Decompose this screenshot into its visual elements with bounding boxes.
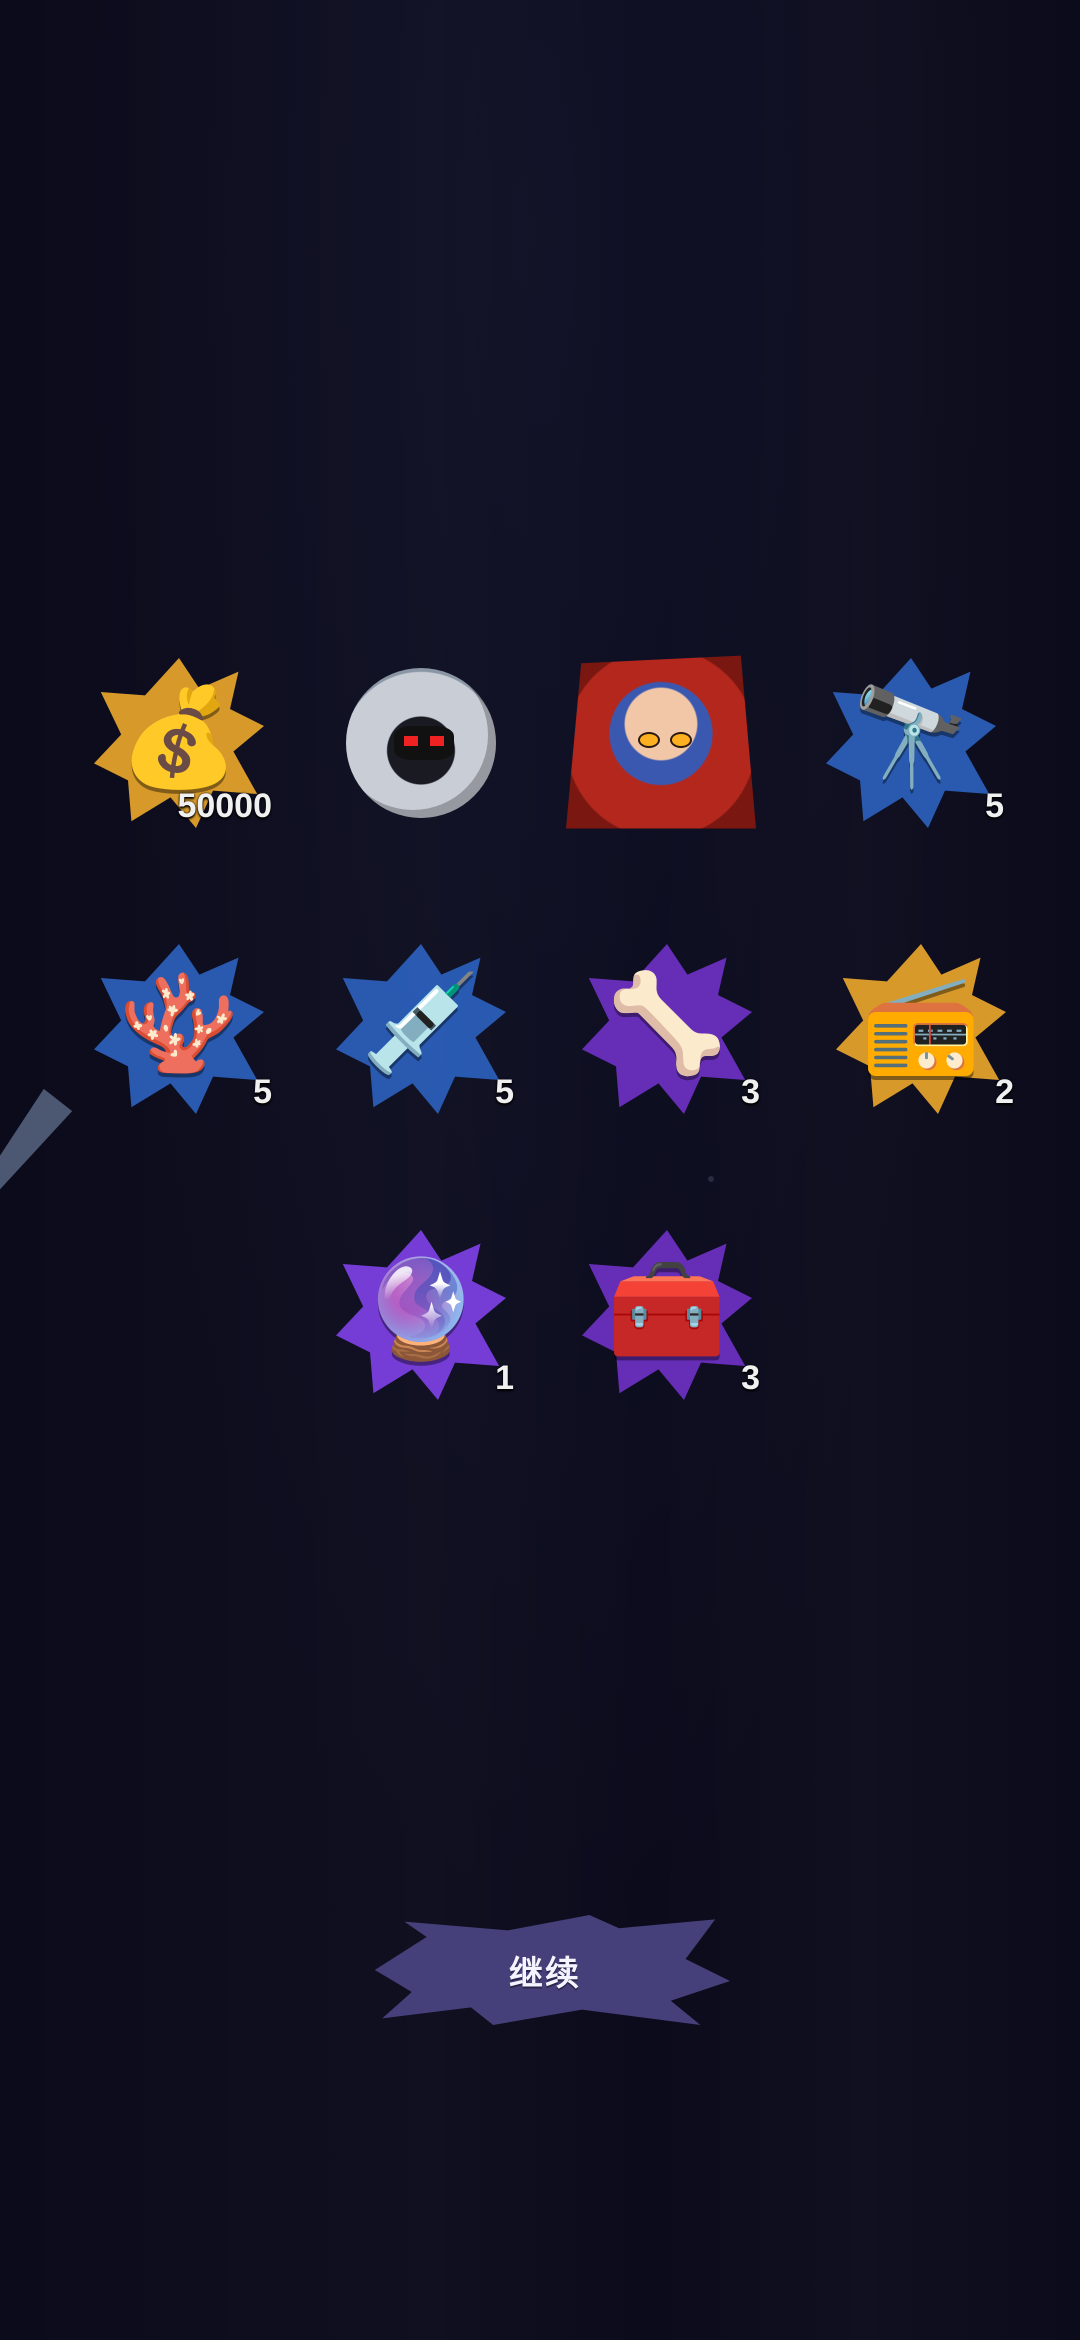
coin-bag-icon: 💰 [119, 684, 239, 792]
hooded-girl-portrait-icon [566, 655, 756, 829]
syringe-icon: 💉 [361, 970, 481, 1078]
reward-quantity: 3 [741, 1359, 760, 1397]
reward-quantity: 2 [995, 1073, 1014, 1111]
telescope-icon: 🔭 [851, 684, 971, 792]
continue-button-label: 继续 [509, 1953, 581, 1994]
reward-telescope[interactable]: 🔭 5 [816, 648, 1006, 838]
decorative-dot [708, 1176, 714, 1182]
reward-quantity: 5 [495, 1073, 514, 1111]
crystal-shell-icon: 🪸 [119, 970, 239, 1078]
reward-character-portrait[interactable] [566, 648, 756, 838]
bone-icon: 🦴 [607, 970, 727, 1078]
reward-quantity: 1 [495, 1359, 514, 1397]
radio-icon: 📻 [861, 970, 981, 1078]
reward-vertebra-bone[interactable]: 🦴 3 [572, 934, 762, 1124]
chest-icon: 🧰 [607, 1256, 727, 1364]
reward-quantity: 50000 [177, 787, 272, 825]
reward-syringe-card[interactable]: 💉 5 [326, 934, 516, 1124]
reward-robot-drone[interactable] [326, 648, 516, 838]
reward-quantity: 5 [985, 787, 1004, 825]
reward-quantity: 5 [253, 1073, 272, 1111]
robot-head-icon [346, 668, 496, 818]
reward-treasure-chest[interactable]: 🧰 3 [572, 1220, 762, 1410]
reward-coin-bag[interactable]: 💰 50000 [84, 648, 274, 838]
reward-crystal-shell[interactable]: 🪸 5 [84, 934, 274, 1124]
reward-quantity: 3 [741, 1073, 760, 1111]
reward-radio-device[interactable]: 📻 2 [826, 934, 1016, 1124]
spirit-flame-icon: 🔮 [361, 1256, 481, 1364]
reward-spirit-flame[interactable]: 🔮 1 [326, 1220, 516, 1410]
